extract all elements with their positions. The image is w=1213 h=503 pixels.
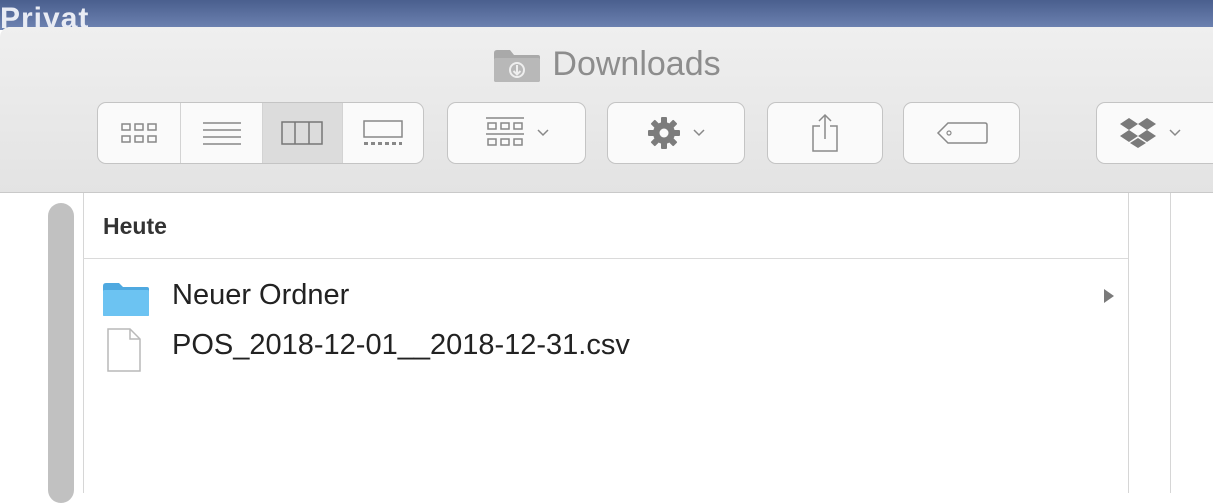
list-view-button[interactable]	[181, 103, 263, 163]
action-button[interactable]	[607, 102, 745, 164]
window-title: Downloads	[552, 45, 721, 83]
sidebar-scrollbar[interactable]	[48, 203, 74, 503]
disclosure-arrow-icon	[1104, 289, 1114, 303]
tag-icon	[936, 122, 988, 144]
gallery-view-icon	[363, 120, 403, 145]
gallery-view-button[interactable]	[343, 103, 424, 163]
column-divider[interactable]	[1128, 193, 1129, 493]
gear-icon	[648, 117, 680, 149]
desktop-background: Privat	[0, 0, 1213, 30]
downloads-folder-icon	[492, 47, 542, 83]
section-title: Heute	[103, 213, 167, 239]
chevron-down-icon	[1169, 129, 1181, 137]
column-view-icon	[281, 121, 323, 145]
view-mode-control	[97, 102, 424, 164]
toolbar: Downloads	[0, 27, 1213, 193]
folder-icon	[102, 281, 150, 322]
file-name: Neuer Ordner	[172, 279, 350, 311]
grid-arrange-icon	[485, 117, 524, 146]
list-item-folder[interactable]: Neuer Ordner	[84, 273, 1128, 317]
share-icon	[812, 113, 838, 152]
finder-window: Downloads Heute Neuer Ordner POS_2018-12…	[0, 27, 1213, 503]
icon-view-icon	[121, 123, 157, 143]
dropbox-icon	[1120, 118, 1156, 148]
section-header: Heute	[83, 193, 1128, 259]
arrange-button[interactable]	[447, 102, 586, 164]
chevron-down-icon	[693, 129, 705, 137]
document-icon	[106, 327, 142, 378]
chevron-down-icon	[536, 129, 549, 137]
file-browser: Heute Neuer Ordner POS_2018-12-01__2018-…	[0, 193, 1213, 503]
column-view-button[interactable]	[262, 103, 343, 163]
icon-view-button[interactable]	[98, 103, 182, 163]
share-button[interactable]	[767, 102, 883, 164]
tag-button[interactable]	[903, 102, 1020, 164]
dropbox-button[interactable]	[1096, 102, 1213, 164]
list-view-icon	[202, 122, 241, 145]
window-title-bar: Downloads	[0, 45, 1213, 84]
file-name: POS_2018-12-01__2018-12-31.csv	[172, 329, 630, 361]
list-item-file[interactable]: POS_2018-12-01__2018-12-31.csv	[84, 323, 1128, 372]
column-divider	[1170, 193, 1171, 493]
